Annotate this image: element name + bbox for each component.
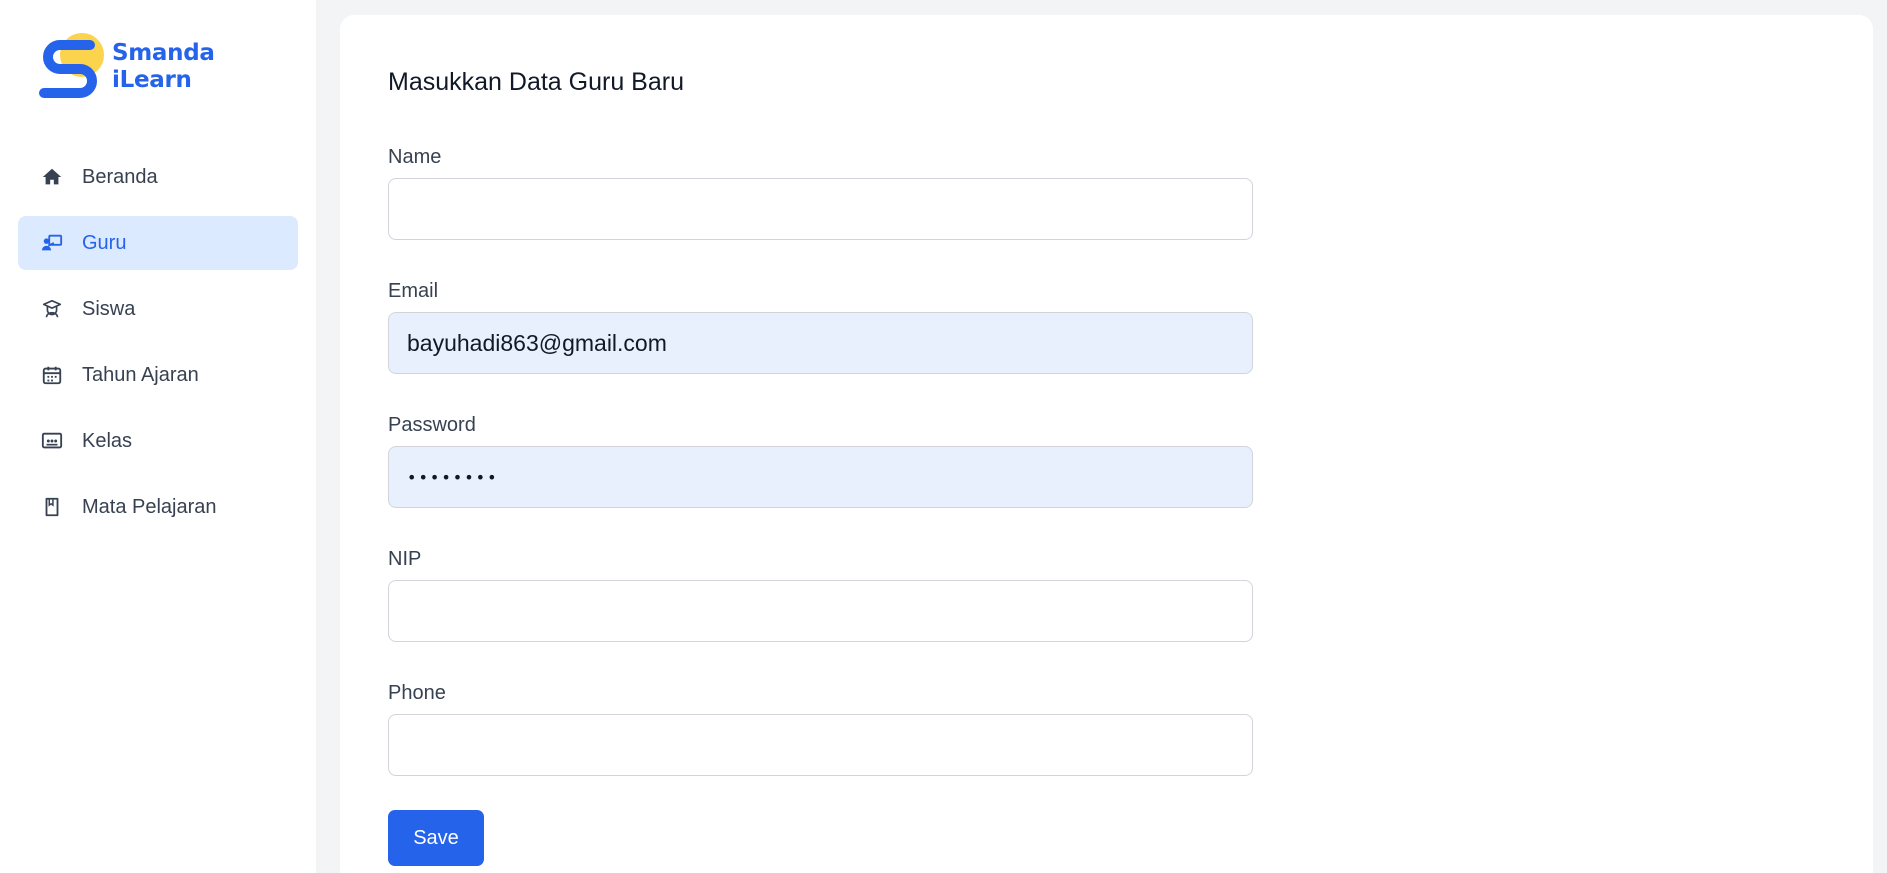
main-card: Masukkan Data Guru Baru Name Email Passw… (340, 15, 1873, 873)
nip-label: NIP (388, 548, 422, 570)
page-title: Masukkan Data Guru Baru (388, 68, 684, 96)
brand-logo-icon (39, 33, 104, 98)
password-label: Password (388, 414, 476, 436)
book-icon (41, 496, 63, 518)
sidebar-nav: Beranda Guru Siswa Tahun Ajaran Kelas Ma… (18, 150, 298, 546)
phone-label: Phone (388, 682, 446, 704)
phone-field-group: Phone (388, 680, 1253, 776)
nip-input[interactable] (388, 580, 1253, 642)
save-button[interactable]: Save (388, 810, 484, 866)
sidebar: Smanda iLearn Beranda Guru Siswa Tahun A… (0, 0, 316, 873)
sidebar-item-label: Siswa (82, 297, 136, 320)
teacher-board-icon (41, 232, 63, 254)
app-root: Smanda iLearn Beranda Guru Siswa Tahun A… (0, 0, 1887, 873)
home-icon (41, 166, 63, 188)
sidebar-item-siswa[interactable]: Siswa (18, 282, 298, 336)
sidebar-item-kelas[interactable]: Kelas (18, 414, 298, 468)
brand-logo[interactable]: Smanda iLearn (38, 31, 215, 103)
password-field-group: Password (388, 412, 1253, 508)
brand-name-line2: iLearn (112, 67, 192, 93)
email-label: Email (388, 280, 439, 302)
sidebar-item-label: Kelas (82, 429, 133, 452)
sidebar-item-guru[interactable]: Guru (18, 216, 298, 270)
phone-input[interactable] (388, 714, 1253, 776)
brand-name-line1: Smanda (112, 40, 215, 66)
sidebar-item-beranda[interactable]: Beranda (18, 150, 298, 204)
name-input[interactable] (388, 178, 1253, 240)
email-field-group: Email (388, 278, 1253, 374)
brand-name: Smanda iLearn (112, 40, 215, 94)
nip-field-group: NIP (388, 546, 1253, 642)
calendar-icon (41, 364, 63, 386)
sidebar-item-label: Beranda (82, 165, 158, 188)
graduate-student-icon (41, 298, 63, 320)
sidebar-item-tahun-ajaran[interactable]: Tahun Ajaran (18, 348, 298, 402)
name-field-group: Name (388, 144, 1253, 240)
sidebar-item-mata-pelajaran[interactable]: Mata Pelajaran (18, 480, 298, 534)
classroom-icon (41, 430, 63, 452)
name-label: Name (388, 146, 442, 168)
email-input[interactable] (388, 312, 1253, 374)
sidebar-item-label: Tahun Ajaran (82, 363, 199, 386)
password-input[interactable] (388, 446, 1253, 508)
sidebar-item-label: Mata Pelajaran (82, 495, 217, 518)
sidebar-item-label: Guru (82, 231, 127, 254)
